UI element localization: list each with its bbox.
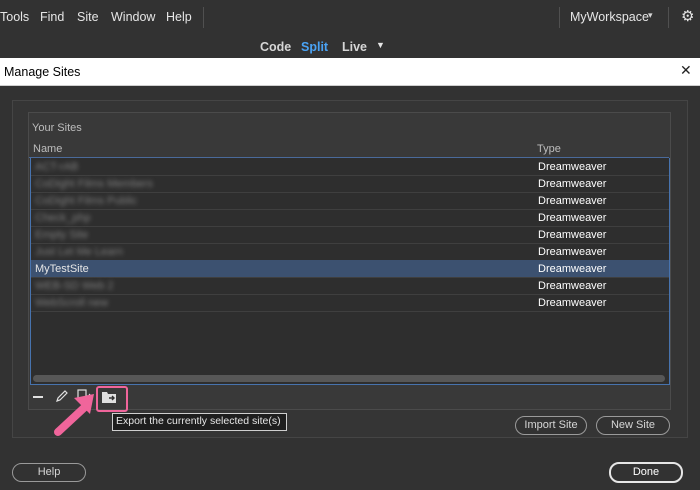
- table-row[interactable]: WEB-SD Web 2 Dreamweaver: [31, 277, 669, 295]
- table-row[interactable]: Empty Site Dreamweaver: [31, 226, 669, 244]
- dialog-title: Manage Sites: [4, 65, 81, 79]
- view-bar: Code Split Live ▼: [0, 34, 700, 58]
- site-type: Dreamweaver: [538, 246, 607, 258]
- site-type: Dreamweaver: [538, 229, 607, 241]
- table-row[interactable]: CoDight Films Public Dreamweaver: [31, 192, 669, 210]
- menu-tools[interactable]: Tools: [0, 10, 29, 24]
- pointer-arrow-icon: [54, 394, 94, 436]
- site-name: CoDight Films Members: [35, 178, 153, 190]
- site-name: WebScroll new: [35, 297, 109, 309]
- table-row[interactable]: Just Let Me Learn Dreamweaver: [31, 243, 669, 261]
- gear-icon[interactable]: ⚙: [681, 7, 694, 25]
- live-caret-icon[interactable]: ▼: [376, 40, 385, 50]
- view-code-button[interactable]: Code: [260, 40, 291, 54]
- table-row-selected[interactable]: MyTestSite Dreamweaver: [31, 260, 669, 278]
- menu-window[interactable]: Window: [111, 10, 155, 24]
- horizontal-scrollbar[interactable]: [33, 375, 665, 382]
- workspace-switcher[interactable]: MyWorkspace: [570, 10, 649, 24]
- site-type: Dreamweaver: [538, 212, 607, 224]
- table-row[interactable]: CoDight Films Members Dreamweaver: [31, 175, 669, 193]
- site-type: Dreamweaver: [538, 280, 607, 292]
- site-type: Dreamweaver: [538, 263, 607, 275]
- help-button[interactable]: Help: [12, 463, 86, 482]
- import-site-button[interactable]: Import Site: [515, 416, 587, 435]
- site-type: Dreamweaver: [538, 297, 607, 309]
- your-sites-label: Your Sites: [32, 122, 82, 134]
- tooltip: Export the currently selected site(s): [112, 413, 287, 431]
- done-button[interactable]: Done: [609, 462, 683, 483]
- site-name: Check_php: [35, 212, 91, 224]
- site-type: Dreamweaver: [538, 178, 607, 190]
- site-name: MyTestSite: [35, 263, 89, 275]
- column-header-type[interactable]: Type: [537, 143, 561, 155]
- gear-divider: [668, 7, 669, 28]
- view-live-button[interactable]: Live: [342, 40, 367, 54]
- site-name: Just Let Me Learn: [35, 246, 124, 258]
- table-row[interactable]: ACT-rAB Dreamweaver: [31, 158, 669, 176]
- menu-bar: Tools Find Site Window Help MyWorkspace …: [0, 0, 700, 34]
- site-name: CoDight Films Public: [35, 195, 138, 207]
- view-split-button[interactable]: Split: [301, 40, 328, 54]
- table-row[interactable]: WebScroll new Dreamweaver: [31, 294, 669, 312]
- workspace-divider: [559, 7, 560, 28]
- site-name: ACT-rAB: [35, 161, 79, 173]
- site-type: Dreamweaver: [538, 161, 607, 173]
- new-site-button[interactable]: New Site: [596, 416, 670, 435]
- minus-icon[interactable]: [32, 391, 44, 406]
- sites-list[interactable]: ACT-rAB Dreamweaver CoDight Films Member…: [30, 158, 670, 385]
- dialog-titlebar: Manage Sites ✕: [0, 58, 700, 86]
- site-name: Empty Site: [35, 229, 89, 241]
- site-type: Dreamweaver: [538, 195, 607, 207]
- site-name: WEB-SD Web 2: [35, 280, 114, 292]
- menu-divider: [203, 7, 204, 28]
- close-icon[interactable]: ✕: [680, 62, 692, 79]
- chevron-down-icon[interactable]: ▾: [648, 10, 653, 21]
- table-row[interactable]: Check_php Dreamweaver: [31, 209, 669, 227]
- menu-help[interactable]: Help: [166, 10, 192, 24]
- column-header-name[interactable]: Name: [33, 143, 62, 155]
- menu-find[interactable]: Find: [40, 10, 64, 24]
- menu-site[interactable]: Site: [77, 10, 99, 24]
